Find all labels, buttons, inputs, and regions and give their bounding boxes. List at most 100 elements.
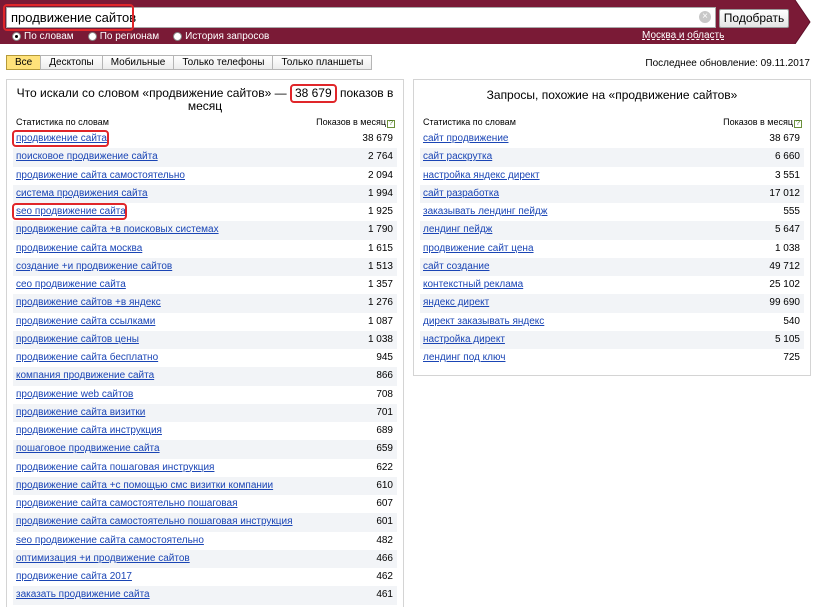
impressions-count: 38 679 [362, 133, 393, 144]
query-link[interactable]: директ заказывать яндекс [423, 313, 544, 331]
mode-label: По регионам [99, 30, 160, 42]
table-row: продвижение сайта +в поисковых системах 1… [13, 221, 397, 240]
query-link[interactable]: создание +и продвижение сайтов [16, 258, 172, 276]
impressions-count: 462 [376, 571, 393, 582]
query-link[interactable]: продвижение сайта бесплатно [16, 349, 158, 367]
tab-all[interactable]: Все [6, 55, 42, 70]
query-link[interactable]: seo продвижение сайта самостоятельно [16, 532, 204, 550]
query-link[interactable]: оптимизация +и продвижение сайтов [16, 550, 190, 568]
help-icon[interactable]: ? [387, 120, 395, 128]
table-row: продвижение сайта ссылками 1 087 [13, 313, 397, 331]
query-link[interactable]: компания продвижение сайта [16, 367, 154, 385]
query-link[interactable]: сайт разработка [423, 185, 499, 203]
mode-history[interactable]: История запросов [173, 30, 269, 42]
query-link[interactable]: настройка директ [423, 331, 505, 349]
impressions-count: 461 [376, 589, 393, 601]
query-link[interactable]: продвижение сайтов +в яндекс [16, 294, 161, 312]
impressions-count: 555 [783, 206, 800, 217]
impressions-count: 659 [376, 443, 393, 455]
radio-icon[interactable] [12, 31, 21, 41]
impressions-count: 1 357 [367, 279, 393, 290]
query-link[interactable]: продвижение сайта самостоятельно пошагов… [16, 513, 293, 531]
query-link[interactable]: продвижение сайта самостоятельно пошагов… [16, 495, 237, 513]
last-update-text: Последнее обновление: 09.11.2017 [645, 58, 810, 69]
title-prefix: Что искали со словом «продвижение сайтов… [16, 86, 290, 100]
mode-by-words[interactable]: По словам [12, 30, 74, 42]
table-row: продвижение сайт цена 1 038 [420, 240, 804, 258]
table-row: оптимизация +и продвижение сайтов 466 [13, 549, 397, 568]
radio-icon[interactable] [173, 31, 183, 41]
table-row: сайт продвижение 38 679 [420, 130, 804, 148]
query-link[interactable]: продвижение web сайтов [16, 386, 133, 404]
query-link[interactable]: seo продвижение сайта [16, 203, 126, 221]
mode-by-regions[interactable]: По регионам [87, 30, 160, 42]
word-stats-panel: Что искали со словом «продвижение сайтов… [6, 79, 404, 607]
impressions-count: 607 [376, 498, 393, 509]
total-impressions: 38 679 [289, 84, 337, 103]
table-row: продвижение сайта инструкция 689 [13, 422, 397, 440]
query-link[interactable]: продвижение сайта +в поисковых системах [16, 221, 219, 239]
impressions-count: 38 679 [769, 133, 800, 144]
impressions-count: 1 513 [367, 260, 393, 272]
query-link[interactable]: заказывать лендинг пейдж [423, 203, 547, 221]
region-link[interactable]: Москва и область [642, 30, 724, 41]
column-header-phrase: Статистика по словам [16, 117, 109, 127]
table-row: лендинг пейдж 5 647 [420, 221, 804, 240]
impressions-count: 1 087 [367, 315, 393, 327]
table-header: Статистика по словам Показов в месяц? [420, 116, 804, 130]
table-row: продвижение сайта визитки 701 [13, 403, 397, 422]
mode-label: По словам [24, 30, 74, 42]
query-link[interactable]: пошаговое продвижение сайта [16, 440, 160, 458]
table-row: сайт раскрутка 6 660 [420, 148, 804, 167]
panel-title: Что искали со словом «продвижение сайтов… [7, 80, 403, 116]
impressions-count: 1 038 [774, 242, 800, 254]
query-link[interactable]: сайт раскрутка [423, 148, 492, 166]
tab-desktops[interactable]: Десктопы [40, 55, 103, 70]
table-row: продвижение сайта самостоятельно 2 094 [13, 167, 397, 185]
query-link[interactable]: лендинг под ключ [423, 349, 505, 367]
table-row: продвижение сайтов +в яндекс 1 276 [13, 294, 397, 313]
query-link[interactable]: продвижение сайта самостоятельно [16, 167, 185, 185]
table-row: продвижение сайтов цены 1 038 [13, 330, 397, 349]
impressions-count: 5 105 [774, 333, 800, 345]
query-link[interactable]: продвижение сайта 2017 [16, 568, 132, 586]
impressions-count: 708 [376, 388, 393, 400]
query-link[interactable]: сайт продвижение [423, 130, 508, 148]
query-link[interactable]: система продвижения сайта [16, 185, 148, 203]
submit-button[interactable]: Подобрать [719, 9, 789, 28]
query-link[interactable]: поисковое продвижение сайта [16, 148, 158, 166]
table-row: компания продвижение сайта 866 [13, 367, 397, 386]
query-link[interactable]: продвижение сайта инструкция [16, 422, 162, 440]
query-link[interactable]: яндекс директ [423, 294, 489, 312]
impressions-count: 482 [376, 534, 393, 546]
query-link[interactable]: настройка яндекс директ [423, 167, 540, 185]
device-tabs: Все Десктопы Мобильные Только телефоны Т… [6, 55, 373, 70]
table-row: продвижение сайта 38 679 [12, 130, 397, 148]
tab-tablets-only[interactable]: Только планшеты [272, 55, 373, 70]
help-icon[interactable]: ? [794, 120, 802, 128]
query-link[interactable]: сео продвижение сайта [16, 276, 126, 294]
search-field[interactable]: × [6, 7, 716, 28]
tab-phones-only[interactable]: Только телефоны [173, 55, 274, 70]
query-link[interactable]: продвижение сайта москва [16, 240, 142, 258]
column-header-count: Показов в месяц? [723, 117, 802, 128]
search-input[interactable] [7, 8, 697, 27]
query-link[interactable]: продвижение сайта [16, 130, 107, 148]
query-link[interactable]: контекстный реклама [423, 276, 523, 294]
mode-label: История запросов [185, 30, 270, 42]
query-link[interactable]: заказать продвижение сайта [16, 586, 150, 604]
query-link[interactable]: продвижение сайт цена [423, 240, 534, 258]
query-link[interactable]: сайт создание [423, 258, 490, 276]
query-link[interactable]: лендинг пейдж [423, 221, 492, 239]
query-link[interactable]: продвижение сайта пошаговая инструкция [16, 459, 214, 477]
tab-mobile[interactable]: Мобильные [101, 55, 175, 70]
query-link[interactable]: продвижение сайтов цены [16, 331, 139, 349]
similar-queries-panel: Запросы, похожие на «продвижение сайтов»… [413, 79, 811, 376]
table-row: создание +и продвижение сайтов 1 513 [13, 257, 397, 276]
query-link[interactable]: продвижение сайта ссылками [16, 313, 155, 331]
impressions-count: 1 276 [367, 297, 393, 309]
query-link[interactable]: продвижение сайта +с помощью смс визитки… [16, 477, 273, 495]
radio-icon[interactable] [87, 31, 97, 41]
query-link[interactable]: продвижение сайта визитки [16, 404, 145, 422]
clear-icon[interactable]: × [699, 11, 711, 23]
